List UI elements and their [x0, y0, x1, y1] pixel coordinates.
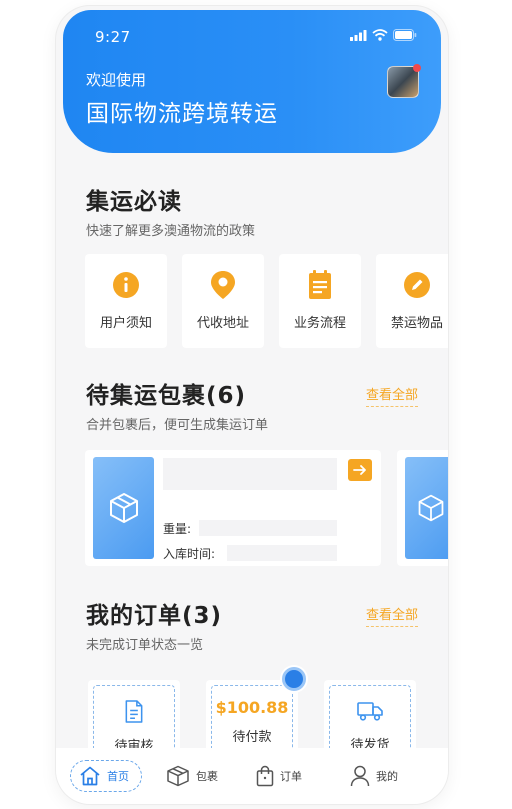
parcel-image	[405, 457, 448, 559]
parcel-time-label: 入库时间:	[163, 547, 216, 561]
location-pin-icon	[208, 270, 238, 300]
tab-label: 订单	[280, 770, 302, 783]
phone-screen: 9:27 欢迎使用 国际物流跨境转运 集运必读 快速了解更多澳通物流的政策 用户…	[56, 6, 448, 804]
order-status-label: 待付款	[232, 730, 272, 745]
guide-item-label: 用户须知	[99, 316, 152, 331]
box-icon	[167, 765, 189, 787]
parcel-name-placeholder	[163, 458, 337, 490]
guide-item-address[interactable]: 代收地址	[182, 254, 264, 348]
tab-profile[interactable]: 我的	[350, 760, 398, 792]
status-time: 9:27	[95, 28, 131, 46]
app-title: 国际物流跨境转运	[86, 101, 278, 127]
battery-icon	[393, 29, 417, 41]
arrow-right-icon	[353, 465, 366, 475]
guide-item-label: 禁运物品	[390, 316, 443, 331]
orders-subtitle: 未完成订单状态一览	[86, 638, 204, 653]
parcels-subtitle: 合并包裹后，便可生成集运订单	[86, 418, 269, 433]
parcel-weight-value	[199, 520, 337, 536]
guide-title: 集运必读	[86, 189, 182, 215]
tab-label: 首页	[107, 770, 129, 783]
order-amount: $100.88	[215, 698, 289, 717]
parcel-time-value	[227, 545, 337, 561]
bag-icon	[256, 765, 274, 787]
document-icon	[125, 700, 143, 723]
home-icon	[80, 766, 100, 786]
parcels-view-all-link[interactable]: 查看全部	[365, 384, 418, 407]
guide-item-label: 业务流程	[293, 316, 346, 331]
user-icon	[350, 765, 370, 787]
signal-icon	[350, 29, 367, 41]
welcome-text: 欢迎使用	[86, 71, 147, 89]
header-banner: 9:27 欢迎使用 国际物流跨境转运	[63, 10, 441, 153]
box-icon	[109, 493, 138, 523]
clipboard-icon	[305, 270, 335, 300]
status-icons	[350, 29, 417, 41]
guide-item-user-notice[interactable]: 用户须知	[85, 254, 167, 348]
guide-item-label: 代收地址	[196, 316, 249, 331]
parcel-detail-button[interactable]	[348, 459, 372, 481]
tab-label: 我的	[376, 770, 398, 783]
guide-item-process[interactable]: 业务流程	[279, 254, 361, 348]
parcel-image	[93, 457, 154, 559]
truck-icon	[357, 702, 383, 721]
tab-label: 包裹	[196, 770, 218, 783]
guide-subtitle: 快速了解更多澳通物流的政策	[86, 224, 256, 239]
notification-dot	[413, 64, 421, 72]
tab-home[interactable]: 首页	[70, 760, 142, 792]
parcel-weight-label: 重量:	[163, 522, 192, 536]
order-badge-dot	[282, 667, 306, 691]
avatar[interactable]	[387, 64, 421, 98]
box-icon	[418, 494, 444, 522]
orders-title: 我的订单(3)	[86, 603, 223, 629]
orders-view-all-link[interactable]: 查看全部	[365, 604, 418, 627]
parcel-card[interactable]	[397, 450, 448, 566]
guide-item-prohibited[interactable]: 禁运物品	[376, 254, 448, 348]
bottom-tab-bar: 首页 包裹 订单 我的	[56, 748, 448, 804]
tab-parcels[interactable]: 包裹	[166, 760, 218, 792]
parcel-card[interactable]: 重量: 入库时间:	[85, 450, 381, 566]
wifi-icon	[372, 29, 388, 41]
tab-orders[interactable]: 订单	[256, 760, 302, 792]
guide-items: 用户须知 代收地址 业务流程 禁运物品	[85, 254, 448, 348]
parcels-title: 待集运包裹(6)	[86, 383, 247, 409]
info-icon	[111, 270, 141, 300]
pencil-icon	[402, 270, 432, 300]
